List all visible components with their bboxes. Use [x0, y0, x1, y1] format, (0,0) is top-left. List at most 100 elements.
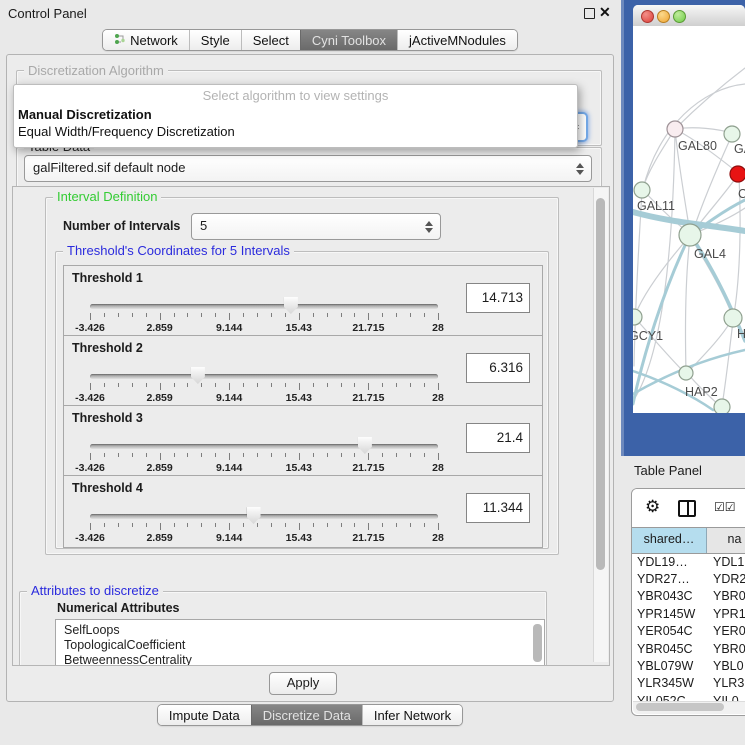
slider-tick [160, 313, 161, 320]
slider-tick [201, 453, 202, 457]
table-row[interactable]: YER054CYER0 [632, 623, 745, 640]
num-intervals-combobox[interactable]: 5 [191, 213, 441, 240]
threshold-value-field[interactable]: 14.713 [466, 283, 530, 313]
slider-tick [410, 523, 411, 527]
attribute-list-item[interactable]: SelfLoops [56, 623, 544, 638]
attributes-scrollbar[interactable] [533, 624, 542, 662]
threshold-slider[interactable]: -3.4262.8599.14415.4321.71528 [90, 366, 438, 402]
tab-style[interactable]: Style [189, 30, 241, 50]
settings-scrollbar[interactable] [593, 188, 608, 662]
attributes-list[interactable]: SelfLoopsTopologicalCoefficientBetweenne… [55, 619, 545, 666]
slider-scale-label: 9.144 [216, 392, 242, 404]
network-node[interactable] [679, 366, 693, 380]
threshold-value-field[interactable]: 11.344 [466, 493, 530, 523]
close-icon[interactable]: ✕ [599, 4, 611, 20]
float-icon[interactable] [584, 8, 595, 19]
network-edge[interactable] [643, 129, 675, 188]
table-row[interactable]: YLR345WYLR3 [632, 675, 745, 692]
table-row[interactable]: YBR043CYBR0 [632, 588, 745, 605]
network-node[interactable] [667, 121, 683, 137]
cell-shared-name: YPR145W [632, 607, 706, 621]
network-window-titlebar[interactable] [633, 5, 745, 27]
table-data-combobox[interactable]: galFiltered.sif default node [24, 155, 592, 182]
cell-shared-name: YBL079W [632, 659, 706, 673]
tab-select[interactable]: Select [241, 30, 300, 50]
tab-cyni-toolbox[interactable]: Cyni Toolbox [300, 30, 397, 50]
table-row[interactable]: YDL19…YDL1 [632, 553, 745, 570]
network-edge[interactable] [722, 321, 733, 406]
gear-icon[interactable]: ⚙ [645, 497, 660, 517]
attribute-list-item[interactable]: BetweennessCentrality [56, 653, 544, 666]
threshold-slider[interactable]: -3.4262.8599.14415.4321.71528 [90, 296, 438, 332]
table-panel: ⚙ ☑☑ shared… na YDL19…YDL1YDR27…YDR2YBR0… [631, 488, 745, 716]
network-node[interactable] [633, 309, 642, 325]
checkbox-icons[interactable]: ☑☑ [714, 500, 736, 514]
tab-jactivemnodules[interactable]: jActiveMNodules [397, 30, 517, 50]
tab-discretize-data[interactable]: Discretize Data [251, 705, 362, 725]
slider-tick [382, 523, 383, 527]
threshold-value-field[interactable]: 21.4 [466, 423, 530, 453]
slider-tick [243, 383, 244, 387]
table-hscrollbar[interactable] [633, 701, 745, 714]
slider-tick [327, 313, 328, 317]
cell-name: YBR0 [706, 642, 745, 656]
dropdown-option[interactable]: Manual Discretization [14, 106, 577, 123]
slider-track[interactable] [90, 304, 438, 309]
cell-shared-name: YBR045C [632, 642, 706, 656]
minimize-window-icon[interactable] [657, 10, 670, 23]
network-canvas[interactable]: GAL80GACGAL11GAL4GCY1HHAP2 [633, 26, 745, 413]
tab-label: Style [201, 33, 230, 48]
network-node[interactable] [634, 182, 650, 198]
network-edge[interactable] [675, 68, 745, 129]
attribute-list-item[interactable]: TopologicalCoefficient [56, 638, 544, 653]
network-node[interactable] [714, 399, 730, 413]
apply-button[interactable]: Apply [269, 672, 337, 695]
table-row[interactable]: YDR27…YDR2 [632, 570, 745, 587]
slider-thumb-icon[interactable] [247, 507, 261, 524]
slider-tick [299, 523, 300, 530]
slider-track[interactable] [90, 514, 438, 519]
slider-tick [327, 453, 328, 457]
slider-track[interactable] [90, 444, 438, 449]
slider-tick [396, 313, 397, 317]
slider-thumb-icon[interactable] [284, 297, 298, 314]
column-header-shared-name[interactable]: shared… [632, 528, 707, 553]
slider-tick [354, 453, 355, 457]
close-window-icon[interactable] [641, 10, 654, 23]
thresholds-group-title: Threshold's Coordinates for 5 Intervals [63, 244, 294, 258]
table-row[interactable]: YBR045CYBR0 [632, 640, 745, 657]
dropdown-option[interactable]: Equal Width/Frequency Discretization [14, 123, 577, 140]
tab-infer-network[interactable]: Infer Network [362, 705, 462, 725]
column-header-name[interactable]: na [707, 528, 745, 553]
cell-name: YBR0 [706, 589, 745, 603]
tab-network[interactable]: Network [103, 30, 189, 50]
slider-tick [90, 453, 91, 460]
slider-tick [299, 383, 300, 390]
table-hscrollbar-thumb[interactable] [636, 703, 724, 711]
slider-thumb-icon[interactable] [191, 367, 205, 384]
table-row[interactable]: YPR145WYPR1 [632, 605, 745, 622]
threshold-value-field[interactable]: 6.316 [466, 353, 530, 383]
slider-tick [146, 453, 147, 457]
slider-thumb-icon[interactable] [358, 437, 372, 454]
threshold-slider[interactable]: -3.4262.8599.14415.4321.71528 [90, 436, 438, 472]
network-node[interactable] [730, 166, 745, 182]
cell-shared-name: YDL19… [632, 555, 706, 569]
network-edge[interactable] [685, 237, 690, 371]
slider-tick [90, 313, 91, 320]
network-node[interactable] [724, 126, 740, 142]
network-node[interactable] [679, 224, 701, 246]
slider-tick [271, 313, 272, 317]
slider-track[interactable] [90, 374, 438, 379]
slider-tick [410, 383, 411, 387]
table-row[interactable]: YBL079WYBL0 [632, 657, 745, 674]
slider-tick [368, 383, 369, 390]
table-data-value: galFiltered.sif default node [33, 160, 185, 175]
tab-impute-data[interactable]: Impute Data [158, 705, 251, 725]
threshold-slider[interactable]: -3.4262.8599.14415.4321.71528 [90, 506, 438, 542]
network-edge[interactable] [633, 132, 675, 401]
settings-scrollbar-thumb[interactable] [596, 198, 605, 570]
columns-icon[interactable] [678, 500, 696, 517]
zoom-window-icon[interactable] [673, 10, 686, 23]
network-node[interactable] [724, 309, 742, 327]
